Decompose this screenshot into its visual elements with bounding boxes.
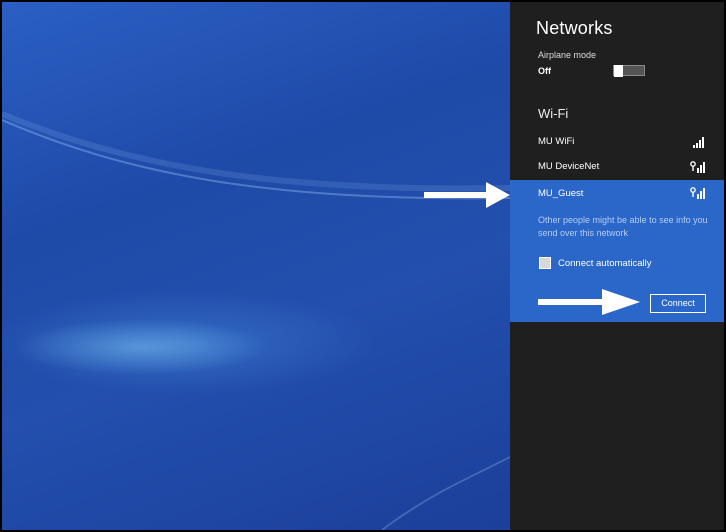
airplane-mode-state: Off xyxy=(538,66,551,76)
wifi-signal-icon xyxy=(693,137,704,148)
wallpaper-streaks xyxy=(2,111,510,530)
network-name: MU WiFi xyxy=(538,136,575,147)
airplane-mode-toggle[interactable] xyxy=(613,65,645,77)
network-name: MU_Guest xyxy=(538,188,584,199)
callout-arrow-icon xyxy=(538,289,640,315)
connect-automatically-label[interactable]: Connect automatically xyxy=(558,258,651,269)
callout-arrow-icon xyxy=(424,182,510,208)
connect-button[interactable]: Connect xyxy=(650,294,706,313)
networks-panel: Networks Airplane mode Off Wi-Fi MU WiFi… xyxy=(510,2,724,530)
security-warning-text: Other people might be able to see info y… xyxy=(538,215,708,238)
toggle-thumb xyxy=(614,65,623,77)
secured-wifi-signal-icon xyxy=(690,161,705,173)
airplane-mode-label: Airplane mode xyxy=(538,50,597,60)
network-name: MU DeviceNet xyxy=(538,161,600,172)
network-item-mu-devicenet[interactable]: MU DeviceNet xyxy=(510,157,724,179)
connect-automatically-checkbox[interactable] xyxy=(539,257,551,269)
wifi-header: Wi-Fi xyxy=(538,106,569,121)
desktop-wallpaper xyxy=(2,2,510,530)
network-item-mu-wifi[interactable]: MU WiFi xyxy=(510,132,724,154)
screenshot-frame: Networks Airplane mode Off Wi-Fi MU WiFi… xyxy=(0,0,726,532)
network-item-mu-guest-expanded[interactable]: MU_Guest Other people might be able to s… xyxy=(510,180,724,322)
panel-title: Networks xyxy=(536,18,613,38)
secured-wifi-signal-icon xyxy=(690,187,705,199)
